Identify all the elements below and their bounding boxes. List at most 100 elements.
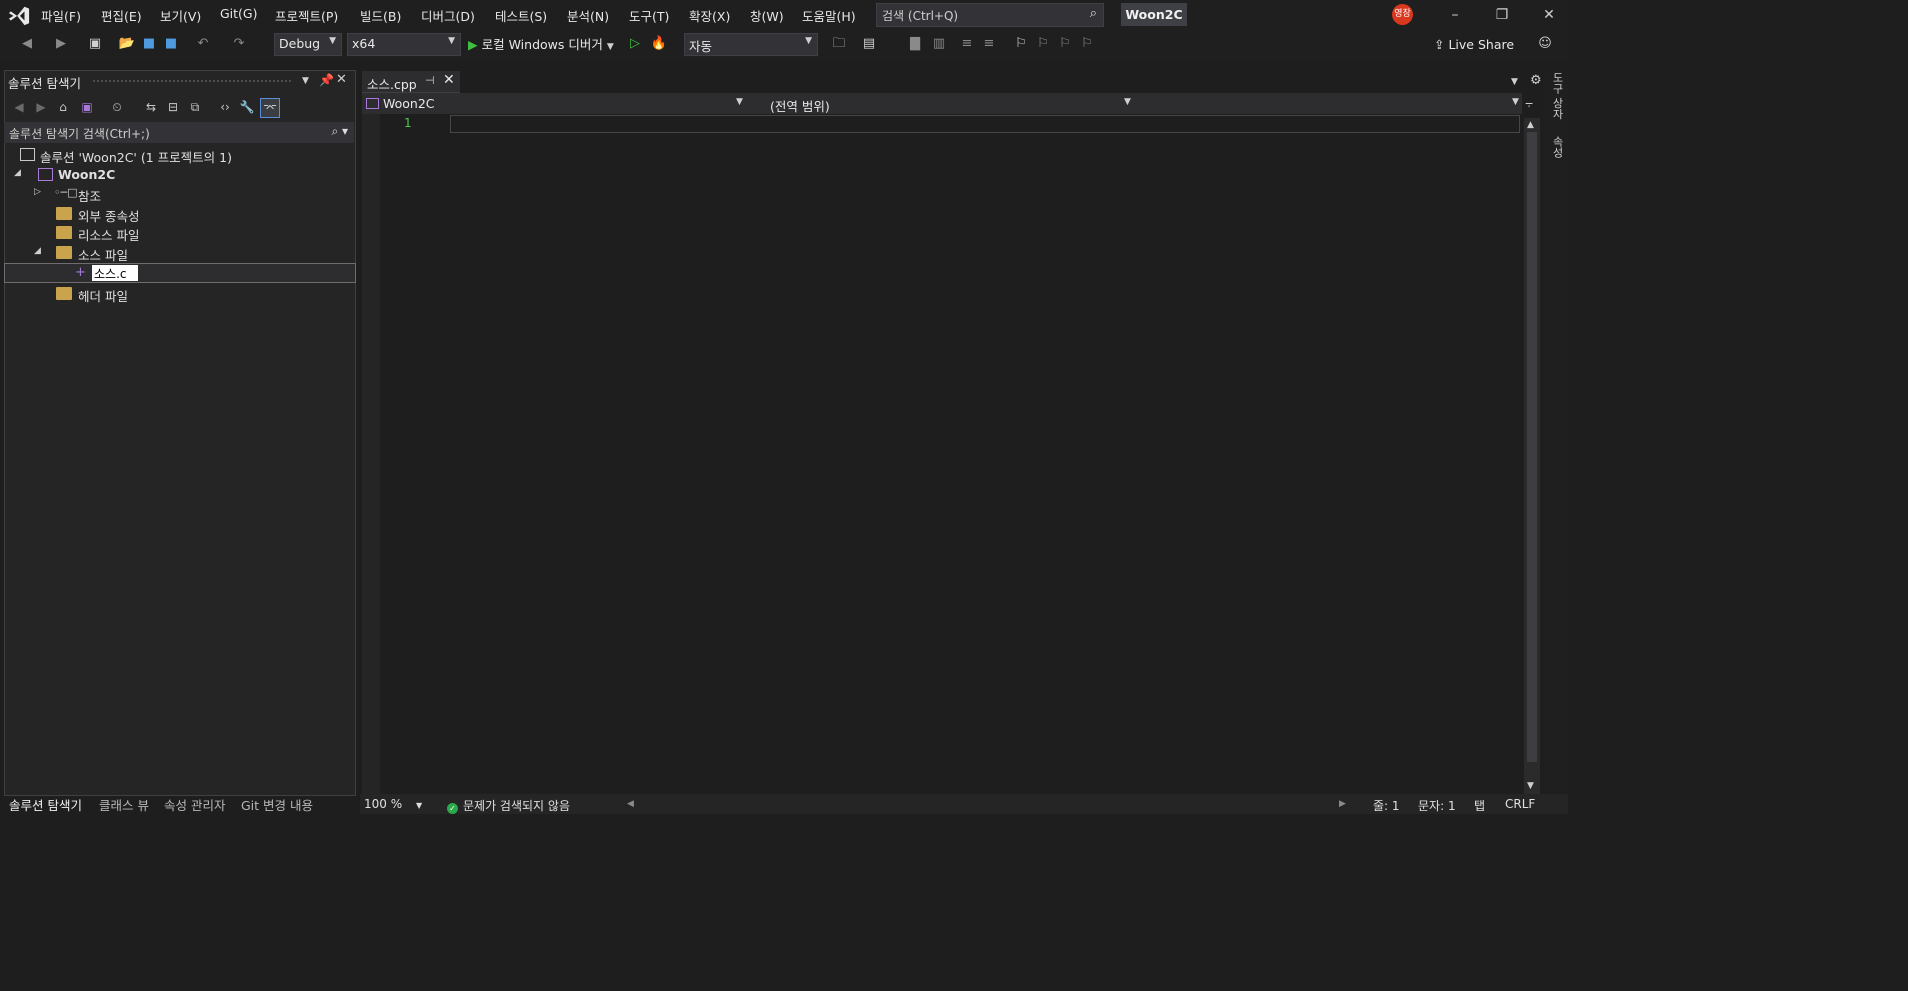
rename-file-input[interactable] [92, 265, 138, 281]
prev-bookmark-icon[interactable]: ⚐ [1034, 35, 1052, 53]
menu-window[interactable]: 창(W) [750, 6, 784, 25]
open-folder-icon[interactable]: 📂 [118, 35, 136, 53]
expanded-arrow-icon[interactable]: ◢ [14, 168, 21, 178]
next-bookmark-icon[interactable]: ⚐ [1056, 35, 1074, 53]
menu-test[interactable]: 테스트(S) [495, 6, 547, 25]
line-ending-indicator[interactable]: CRLF [1505, 797, 1535, 811]
menu-build[interactable]: 빌드(B) [360, 6, 401, 25]
live-share-button[interactable]: ⇪ Live Share [1434, 37, 1514, 52]
menu-git[interactable]: Git(G) [220, 6, 258, 21]
show-all-files-icon[interactable]: ⧉ [186, 98, 204, 116]
tree-source-files-node[interactable]: ◢ 소스 파일 [4, 243, 354, 263]
expanded-arrow-icon[interactable]: ◢ [34, 246, 41, 256]
menu-analyze[interactable]: 분석(N) [567, 6, 609, 25]
sync-icon[interactable]: ⇆ [142, 98, 160, 116]
back-icon[interactable]: ◀ [18, 35, 36, 53]
scroll-up-icon[interactable]: ▲ [1527, 120, 1534, 130]
tree-references-node[interactable]: ▷ ◦─□ 참조 [4, 184, 354, 204]
avatar[interactable]: 영장 [1392, 4, 1413, 25]
tab-solution-explorer[interactable]: 솔루션 탐색기 [9, 795, 82, 814]
solution-platform-select[interactable]: 자동 ▼ [684, 33, 818, 56]
tab-git-changes[interactable]: Git 변경 내용 [241, 795, 313, 814]
global-scope-select[interactable]: (전역 범위) ▼ [750, 93, 1134, 114]
browse-icon[interactable]: 🗀 [830, 35, 848, 53]
save-icon[interactable]: ■ [140, 35, 158, 53]
pin-tab-icon[interactable]: ⊣ [425, 74, 435, 87]
hot-reload-icon[interactable]: 🔥 [650, 35, 668, 53]
scroll-down-icon[interactable]: ▼ [1527, 781, 1534, 791]
global-search-input[interactable]: 검색 (Ctrl+Q) ⌕ [876, 3, 1104, 27]
pin-icon[interactable]: 📌 [319, 73, 334, 87]
close-panel-icon[interactable]: ✕ [336, 72, 347, 87]
scroll-left-icon[interactable]: ◀ [627, 799, 634, 809]
home-icon[interactable]: ⌂ [54, 98, 72, 116]
breakpoint-icon[interactable]: ▥ [930, 35, 948, 53]
tab-source-cpp[interactable]: 소스.cpp ⊣ ✕ [362, 71, 460, 94]
scrollbar-thumb[interactable] [1527, 132, 1537, 762]
preview-icon[interactable]: ⌤ [260, 98, 280, 118]
scroll-right-icon[interactable]: ▶ [1339, 799, 1346, 809]
menu-extensions[interactable]: 확장(X) [689, 6, 730, 25]
member-select[interactable]: ▼ [1138, 93, 1522, 114]
save-all-icon[interactable]: ■ [162, 35, 180, 53]
code-view-icon[interactable]: ‹› [216, 98, 234, 116]
step-icon[interactable]: ▇ [906, 35, 924, 53]
tree-resource-files-node[interactable]: 리소스 파일 [4, 223, 354, 243]
tree-solution-node[interactable]: 솔루션 'Woon2C' (1 프로젝트의 1) [4, 145, 354, 165]
menu-debug[interactable]: 디버그(D) [421, 6, 475, 25]
menu-edit[interactable]: 편집(E) [101, 6, 142, 25]
layout-icon[interactable]: ▤ [860, 35, 878, 53]
solution-search-input[interactable]: 솔루션 탐색기 검색(Ctrl+;) ⌕ ▾ [4, 122, 354, 143]
tree-header-files-node[interactable]: 헤더 파일 [4, 284, 354, 304]
tab-class-view[interactable]: 클래스 뷰 [99, 795, 149, 814]
split-editor-icon[interactable]: ⨪ [1525, 95, 1533, 111]
indent-icon[interactable]: ≡ [958, 35, 976, 53]
toolbox-tab[interactable]: 도구 상자 [1549, 72, 1565, 120]
settings-gear-icon[interactable]: ⚙ [1530, 73, 1542, 88]
close-window-button[interactable]: ✕ [1534, 4, 1564, 26]
tree-new-file-node[interactable]: + [4, 263, 356, 283]
minimize-button[interactable]: – [1440, 4, 1470, 26]
menu-tools[interactable]: 도구(T) [629, 6, 669, 25]
char-indicator[interactable]: 문자: 1 [1418, 797, 1456, 814]
redo-icon[interactable]: ↷ [230, 35, 248, 53]
indent-mode-indicator[interactable]: 탭 [1474, 797, 1485, 814]
menu-project[interactable]: 프로젝트(P) [275, 6, 338, 25]
forward-icon[interactable]: ▶ [32, 98, 50, 116]
config-select[interactable]: Debug ▼ [274, 33, 342, 56]
project-scope-select[interactable]: Woon2C ▼ [362, 93, 746, 114]
new-project-icon[interactable]: ▣ [86, 35, 104, 53]
start-debugging-button[interactable]: ▶ 로컬 Windows 디버거 ▼ [468, 34, 614, 53]
zoom-select[interactable]: 100 % ▼ [364, 797, 422, 811]
pending-changes-icon[interactable]: ⏲ [108, 98, 126, 116]
collapsed-arrow-icon[interactable]: ▷ [34, 187, 41, 197]
tree-external-deps-node[interactable]: 외부 종속성 [4, 204, 354, 224]
panel-grip[interactable] [92, 79, 292, 83]
panel-menu-icon[interactable]: ▼ [302, 76, 309, 86]
back-icon[interactable]: ◀ [10, 98, 28, 116]
menu-view[interactable]: 보기(V) [160, 6, 201, 25]
forward-icon[interactable]: ▶ [52, 35, 70, 53]
switch-view-icon[interactable]: ▣ [78, 98, 96, 116]
undo-icon[interactable]: ↶ [194, 35, 212, 53]
issues-indicator[interactable]: ✓ 문제가 검색되지 않음 [447, 797, 570, 814]
properties-tab[interactable]: 속성 [1549, 136, 1565, 158]
collapse-all-icon[interactable]: ⊟ [164, 98, 182, 116]
tree-project-node[interactable]: ◢ Woon2C [4, 165, 354, 185]
start-without-debugging-icon[interactable]: ▷ [626, 35, 644, 53]
line-indicator[interactable]: 줄: 1 [1373, 797, 1400, 814]
bookmark-icon[interactable]: ⚐ [1012, 35, 1030, 53]
tab-property-manager[interactable]: 속성 관리자 [164, 795, 225, 814]
tab-list-dropdown-icon[interactable]: ▼ [1511, 77, 1518, 87]
platform-select[interactable]: x64 ▼ [347, 33, 461, 56]
clear-bookmarks-icon[interactable]: ⚐ [1078, 35, 1096, 53]
close-tab-icon[interactable]: ✕ [443, 72, 455, 88]
outdent-icon[interactable]: ≡ [980, 35, 998, 53]
menu-file[interactable]: 파일(F) [41, 6, 81, 25]
current-line-highlight[interactable] [450, 115, 1520, 133]
vertical-scrollbar[interactable] [1524, 118, 1540, 794]
feedback-icon[interactable]: ☺ [1536, 35, 1554, 53]
restore-button[interactable]: ❐ [1487, 4, 1517, 26]
solution-name-badge[interactable]: Woon2C [1121, 3, 1187, 26]
menu-help[interactable]: 도움말(H) [802, 6, 856, 25]
